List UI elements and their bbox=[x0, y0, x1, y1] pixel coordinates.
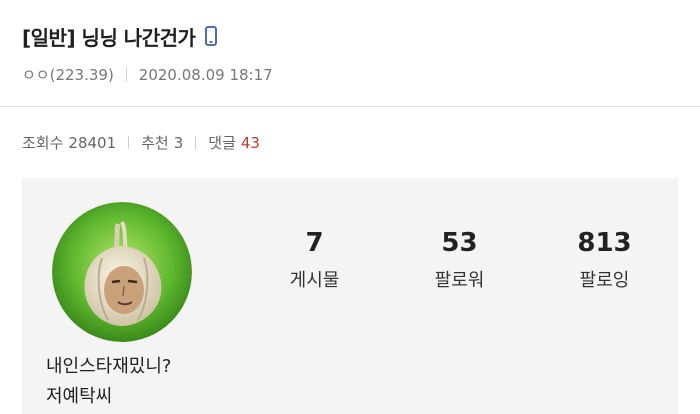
mobile-phone-icon bbox=[205, 26, 218, 46]
author-name[interactable]: ㅇㅇ(223.39) bbox=[22, 64, 114, 85]
recommend-count: 3 bbox=[173, 133, 184, 152]
comments-count[interactable]: 43 bbox=[241, 134, 260, 152]
post-stats: 조회수 28401 추천 3 댓글 43 bbox=[22, 132, 260, 153]
recommend-label: 추천 bbox=[141, 134, 169, 152]
views-count: 28401 bbox=[68, 133, 117, 152]
following-count: 813 bbox=[577, 228, 632, 258]
bio-line: 내인스타재밌니? bbox=[46, 356, 172, 377]
posts-count: 7 bbox=[305, 228, 324, 258]
post-header: [일반] 닝닝 나간건가 ㅇㅇ(223.39) 2020.08.09 18:17 bbox=[22, 22, 678, 85]
garlic-avatar[interactable] bbox=[52, 202, 192, 342]
posts-count-item[interactable]: 7 게시물 bbox=[242, 226, 387, 292]
post-meta: ㅇㅇ(223.39) 2020.08.09 18:17 bbox=[22, 64, 273, 85]
comments-label[interactable]: 댓글 bbox=[208, 132, 236, 153]
posts-label: 게시물 bbox=[289, 270, 340, 291]
post-title: [일반] 닝닝 나간건가 bbox=[22, 25, 196, 50]
profile-embed: 7 게시물 53 팔로워 813 팔로잉 내인스타재밌니? 저예탁씨 bbox=[22, 178, 678, 414]
views-label: 조회수 bbox=[22, 134, 64, 152]
meta-divider bbox=[125, 68, 127, 81]
post-page: [일반] 닝닝 나간건가 ㅇㅇ(223.39) 2020.08.09 18:17… bbox=[0, 0, 700, 414]
bio-line: 저예탁씨 bbox=[46, 386, 113, 407]
title-row: [일반] 닝닝 나간건가 bbox=[22, 22, 678, 50]
stats-divider bbox=[128, 136, 130, 149]
post-datetime: 2020.08.09 18:17 bbox=[138, 65, 273, 84]
profile-counts: 7 게시물 53 팔로워 813 팔로잉 bbox=[242, 226, 677, 292]
followers-label: 팔로워 bbox=[434, 270, 485, 291]
stats-divider bbox=[195, 136, 197, 149]
following-count-item[interactable]: 813 팔로잉 bbox=[532, 226, 677, 292]
profile-bio: 내인스타재밌니? 저예탁씨 bbox=[46, 352, 171, 412]
following-label: 팔로잉 bbox=[579, 270, 630, 291]
header-divider bbox=[0, 106, 700, 107]
followers-count-item[interactable]: 53 팔로워 bbox=[387, 226, 532, 292]
followers-count: 53 bbox=[441, 228, 478, 258]
